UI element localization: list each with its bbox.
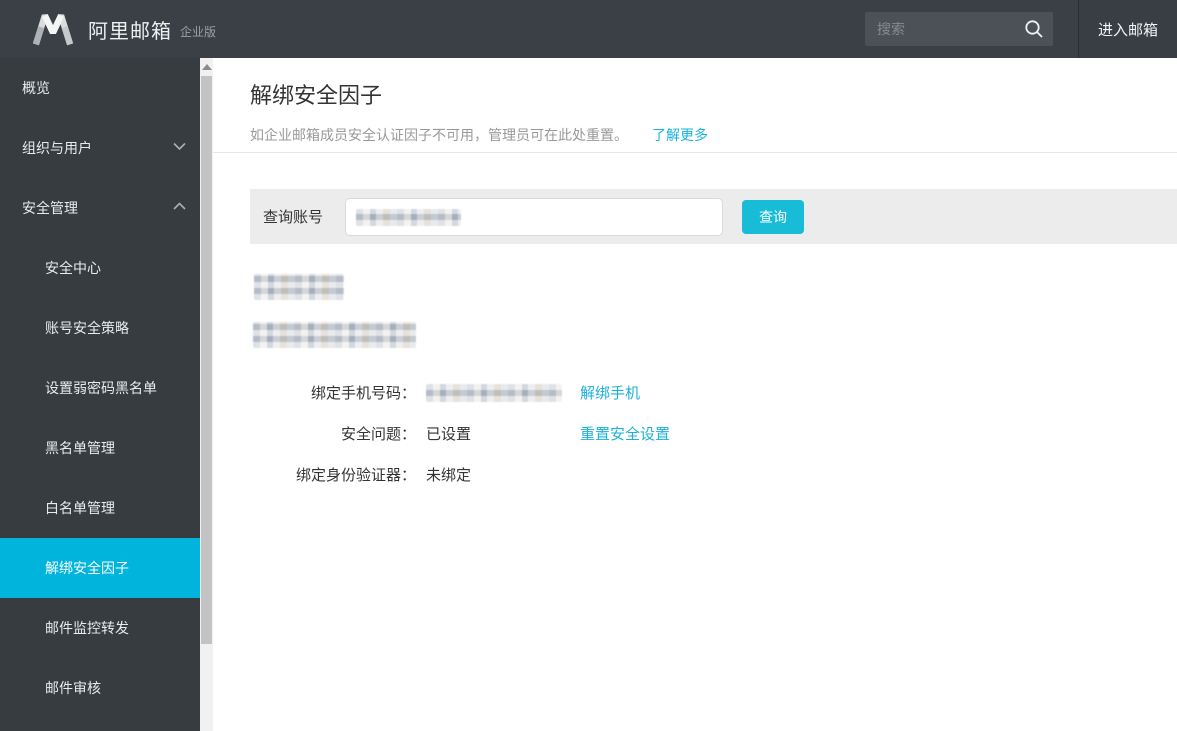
sidebar-item-whitelist-mgmt[interactable]: 白名单管理 <box>0 478 200 538</box>
reset-security-settings-link[interactable]: 重置安全设置 <box>580 423 670 444</box>
redacted-query-value <box>356 208 462 226</box>
redacted-account-name <box>254 274 344 300</box>
page-header: 解绑安全因子 如企业邮箱成员安全认证因子不可用，管理员可在此处重置。 了解更多 <box>213 58 1177 153</box>
bound-phone-value <box>426 383 580 402</box>
unbind-phone-link[interactable]: 解绑手机 <box>580 382 640 403</box>
page-description: 如企业邮箱成员安全认证因子不可用，管理员可在此处重置。 了解更多 <box>250 125 1177 145</box>
authenticator-label: 绑定身份验证器： <box>295 467 416 484</box>
scrollbar-up-arrow-icon[interactable] <box>202 64 212 70</box>
sidebar-item-blacklist-mgmt[interactable]: 黑名单管理 <box>0 418 200 478</box>
detail-row-phone: 绑定手机号码： 解绑手机 <box>213 372 1177 413</box>
search-input[interactable] <box>865 12 1015 46</box>
sidebar-item-label: 概览 <box>22 80 50 96</box>
alimail-logo-icon <box>32 14 74 46</box>
query-button[interactable]: 查询 <box>742 199 805 234</box>
learn-more-link[interactable]: 了解更多 <box>652 127 708 143</box>
sidebar-item-org-users[interactable]: 组织与用户 <box>0 118 200 178</box>
sidebar-item-mail-monitor-forward[interactable]: 邮件监控转发 <box>0 598 200 658</box>
sidebar-item-mail-audit[interactable]: 邮件审核 <box>0 658 200 718</box>
sidebar-item-label: 组织与用户 <box>22 140 92 156</box>
brand: 阿里邮箱 企业版 <box>30 0 216 58</box>
sidebar-item-security-center[interactable]: 安全中心 <box>0 238 200 298</box>
sidebar-item-security-mgmt[interactable]: 安全管理 <box>0 178 200 238</box>
sidebar-item-overview[interactable]: 概览 <box>0 58 200 118</box>
page-title: 解绑安全因子 <box>250 83 383 108</box>
redacted-account-email <box>253 322 416 348</box>
scrollbar-thumb[interactable] <box>201 76 212 644</box>
chevron-up-icon <box>173 202 186 210</box>
enter-mailbox-button[interactable]: 进入邮箱 <box>1079 0 1177 58</box>
query-account-label: 查询账号 <box>263 209 324 226</box>
sidebar-item-label: 安全管理 <box>22 200 78 216</box>
sidebar-item-unbind-security-factor[interactable]: 解绑安全因子 <box>0 538 200 598</box>
vertical-scrollbar[interactable] <box>200 58 213 731</box>
sidebar: 概览 组织与用户 安全管理 安全中心 账号安全策略 设置弱密码黑名单 黑名单管理… <box>0 58 200 731</box>
account-security-details: 绑定手机号码： 解绑手机 安全问题： 已设置 重置安全设置 绑定身份验证器： 未… <box>213 372 1177 495</box>
security-question-label: 安全问题： <box>340 426 416 443</box>
chevron-down-icon <box>173 142 186 151</box>
sidebar-item-weak-password-blacklist[interactable]: 设置弱密码黑名单 <box>0 358 200 418</box>
detail-row-security-question: 安全问题： 已设置 重置安全设置 <box>213 413 1177 454</box>
detail-row-authenticator: 绑定身份验证器： 未绑定 <box>213 454 1177 495</box>
sidebar-item-account-security-policy[interactable]: 账号安全策略 <box>0 298 200 358</box>
main-content: 解绑安全因子 如企业邮箱成员安全认证因子不可用，管理员可在此处重置。 了解更多 查… <box>213 58 1177 731</box>
security-question-value: 已设置 <box>426 426 472 443</box>
authenticator-value: 未绑定 <box>426 467 472 484</box>
topbar-search <box>865 12 1053 46</box>
brand-edition-label: 企业版 <box>180 24 217 39</box>
bound-phone-label: 绑定手机号码： <box>310 385 416 402</box>
search-icon[interactable] <box>1023 18 1045 40</box>
redacted-phone-number <box>426 383 562 402</box>
query-account-input[interactable] <box>345 197 724 236</box>
query-bar: 查询账号 查询 <box>250 189 1177 244</box>
page-description-text: 如企业邮箱成员安全认证因子不可用，管理员可在此处重置。 <box>250 127 628 143</box>
brand-name: 阿里邮箱 <box>88 20 172 43</box>
topbar: 阿里邮箱 企业版 进入邮箱 <box>0 0 1177 58</box>
